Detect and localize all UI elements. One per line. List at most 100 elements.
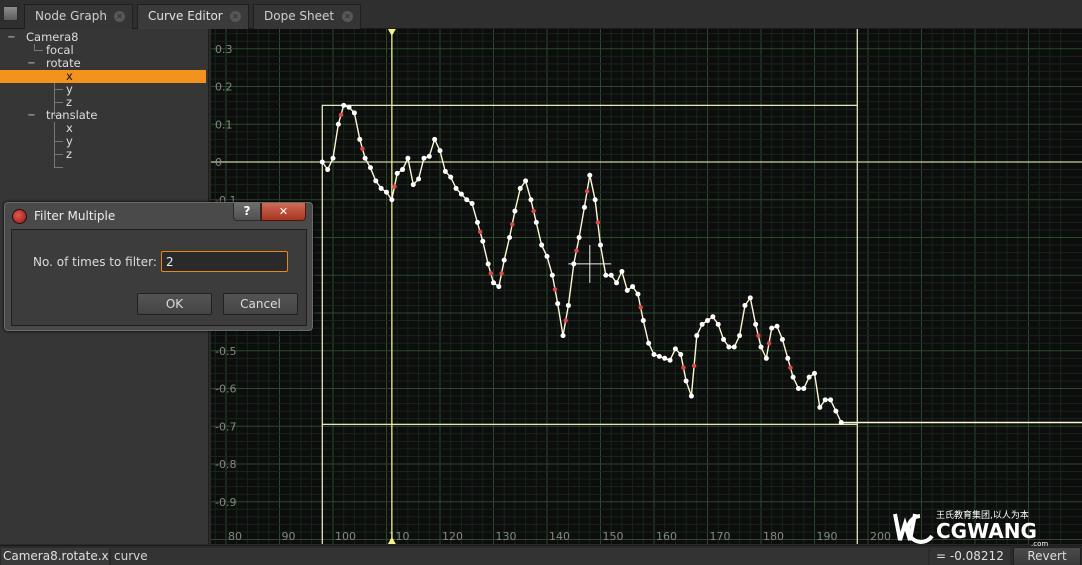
- x-tick-label: 170: [710, 530, 731, 543]
- curve-tangent-marker: [552, 287, 558, 292]
- close-dialog-button[interactable]: ✕: [261, 203, 306, 221]
- keyframe-point: [795, 386, 801, 391]
- keyframe-point: [512, 208, 518, 214]
- keyframe-point: [753, 321, 759, 327]
- revert-button[interactable]: Revert: [1013, 547, 1081, 565]
- collapse-icon[interactable]: −: [27, 59, 36, 69]
- keyframe-point: [715, 321, 721, 327]
- x-tick-label: 130: [496, 530, 517, 543]
- keyframe-point: [688, 393, 694, 399]
- curve-graph-canvas[interactable]: 0.30.20.10-0.1-0.2-0.3-0.4-0.5-0.6-0.7-0…: [211, 29, 1082, 544]
- tree-connector: [54, 167, 63, 168]
- x-tick-label: 150: [603, 530, 624, 543]
- x-tick-label: 190: [817, 530, 838, 543]
- tree-item-translate-z[interactable]: z: [0, 148, 206, 161]
- keyframe-point: [619, 268, 625, 274]
- tree-item-translate-x[interactable]: x: [0, 122, 206, 135]
- curve-tangent-marker: [510, 222, 515, 227]
- curve-tangent-marker: [756, 333, 761, 338]
- tree-item-translate-y[interactable]: y: [0, 135, 206, 148]
- cancel-button[interactable]: Cancel: [223, 293, 298, 315]
- keyframe-point: [351, 110, 357, 116]
- keyframe-point: [737, 333, 743, 339]
- keyframe-point: [405, 155, 411, 161]
- y-tick-label: -0.9: [215, 496, 236, 509]
- keyframe-point: [421, 155, 427, 161]
- close-icon[interactable]: ✕: [342, 11, 353, 22]
- y-tick-label: 0.2: [215, 81, 233, 94]
- keyframe-point: [838, 419, 844, 425]
- collapse-icon[interactable]: −: [27, 111, 36, 121]
- keyframe-point: [362, 155, 368, 161]
- curve-tangent-marker: [681, 365, 686, 370]
- tree-item-rotate-x[interactable]: x: [0, 70, 206, 83]
- close-icon[interactable]: ✕: [230, 11, 241, 22]
- keyframe-point: [544, 253, 550, 259]
- tree-item-translate[interactable]: − translate: [0, 109, 206, 122]
- keyframe-point: [464, 197, 470, 203]
- x-tick-label: 80: [228, 530, 242, 543]
- close-icon[interactable]: ✕: [114, 11, 125, 22]
- tree-item-rotate-y[interactable]: y: [0, 83, 206, 96]
- keyframe-point: [581, 204, 587, 210]
- tree-item-rotate[interactable]: − rotate: [0, 57, 206, 70]
- tree-item-rotate-z[interactable]: z: [0, 96, 206, 109]
- keyframe-point: [646, 340, 652, 346]
- tab-dope-sheet[interactable]: Dope Sheet ✕: [253, 4, 361, 29]
- filter-count-label: No. of times to filter:: [33, 255, 157, 269]
- curve-tangent-marker: [488, 271, 494, 276]
- keyframe-point: [598, 242, 603, 248]
- keyframe-point: [416, 176, 422, 182]
- keyframe-point: [389, 197, 395, 203]
- tab-curve-editor[interactable]: Curve Editor ✕: [137, 4, 249, 29]
- keyframe-point: [630, 284, 636, 290]
- x-tick-label: 90: [282, 530, 296, 543]
- x-tick-label: 100: [335, 530, 356, 543]
- y-tick-label: -0.5: [215, 345, 236, 358]
- tree-item-camera8[interactable]: − Camera8: [0, 31, 206, 44]
- keyframe-point: [779, 336, 785, 342]
- keyframe-point: [501, 257, 507, 263]
- curve-tangent-marker: [691, 363, 697, 369]
- curve-tangent-marker: [563, 318, 568, 323]
- keyframe-point: [437, 148, 443, 154]
- tree-item-label: z: [66, 147, 73, 161]
- dialog-title: Filter Multiple: [34, 209, 116, 223]
- curve-tangent-marker: [360, 146, 365, 151]
- panel-tab-bar: Node Graph ✕ Curve Editor ✕ Dope Sheet ✕: [0, 0, 1082, 29]
- keyframe-point: [705, 318, 710, 324]
- panel-menu-handle[interactable]: [3, 6, 18, 21]
- curve-tangent-marker: [499, 271, 504, 276]
- keyframe-point: [774, 323, 780, 329]
- tree-item-label: rotate: [46, 56, 81, 70]
- expression-field[interactable]: curve: [111, 548, 928, 565]
- keyframe-point: [699, 321, 705, 327]
- dialog-titlebar[interactable]: Filter Multiple ? ✕: [5, 203, 312, 228]
- keyframe-point: [384, 189, 389, 195]
- curve-graph[interactable]: 0.30.20.10-0.1-0.2-0.3-0.4-0.5-0.6-0.7-0…: [211, 29, 1082, 544]
- help-button[interactable]: ?: [233, 203, 261, 221]
- keyframe-point: [325, 167, 331, 173]
- filter-count-input[interactable]: [161, 251, 288, 272]
- cgwang-watermark-logo: 王氏教育集团,以人为本 CGWANG .com: [893, 509, 1048, 548]
- ok-button[interactable]: OK: [137, 293, 212, 315]
- tab-node-graph[interactable]: Node Graph ✕: [24, 4, 133, 29]
- x-tick-label: 180: [763, 530, 784, 543]
- keyframe-point: [667, 357, 673, 363]
- curve-tangent-marker: [788, 365, 793, 370]
- keyframe-point: [592, 197, 598, 203]
- keyframe-point: [635, 291, 641, 297]
- keyframe-point: [533, 219, 539, 225]
- keyframe-point: [694, 333, 700, 339]
- keyframe-point: [801, 386, 807, 391]
- keyframe-point: [448, 174, 454, 180]
- keyframe-point: [763, 355, 769, 361]
- curve-tangent-marker: [584, 189, 590, 194]
- keyframe-point: [785, 355, 791, 361]
- keyframe-point: [560, 333, 566, 339]
- y-tick-label: 0: [215, 156, 222, 169]
- collapse-icon[interactable]: −: [7, 33, 16, 43]
- tree-item-focal[interactable]: focal: [0, 44, 206, 57]
- keyframe-point: [678, 352, 684, 358]
- keyframe-point: [603, 272, 609, 278]
